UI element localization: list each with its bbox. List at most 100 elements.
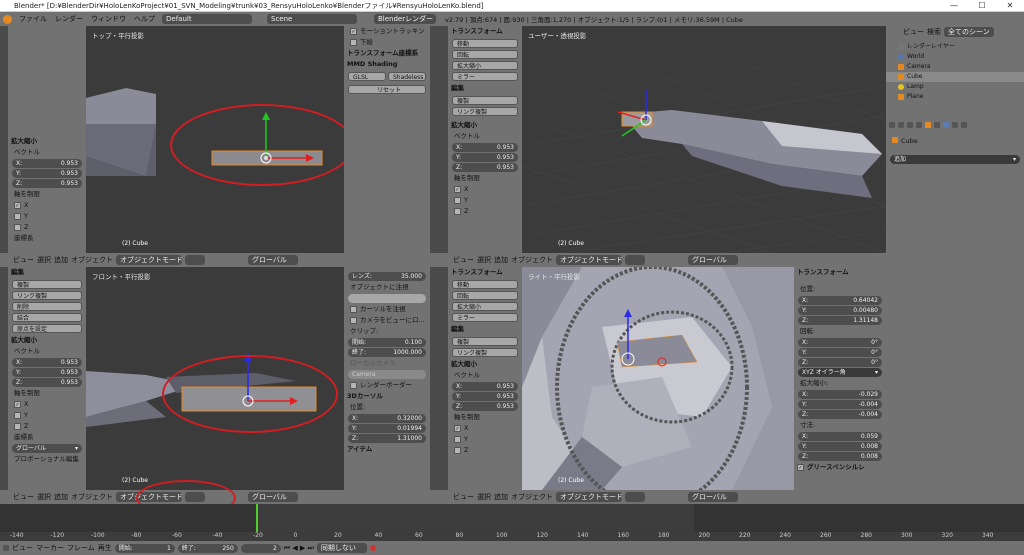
menu-select[interactable]: 選択 [37,492,51,502]
clip-end-field[interactable]: 終了: 1000.000 [348,348,426,357]
rotation-x-field[interactable]: X: 0° [798,338,882,347]
menu-object[interactable]: オブジェクト [511,255,553,265]
menu-object[interactable]: オブジェクト [71,255,113,265]
minimize-button[interactable]: — [940,0,968,12]
menu-select[interactable]: 選択 [477,492,491,502]
transform-orient-panel[interactable]: トランスフォーム座標系 [344,48,430,59]
transform-panel-header[interactable]: トランスフォーム [794,267,886,278]
edit-panel-header[interactable]: 編集 [448,83,522,94]
constraint-x-checkbox[interactable]: ✓ X [448,423,522,434]
delete-button[interactable]: 削除 [12,302,82,311]
mode-selector[interactable]: オブジェクトモード [556,255,623,265]
menu-add[interactable]: 追加 [54,255,68,265]
menu-select[interactable]: 選択 [477,255,491,265]
blender-logo-icon[interactable] [3,14,12,24]
shading-selector[interactable] [185,255,205,265]
link-duplicate-button[interactable]: リンク複製 [452,107,518,116]
shadeless-button[interactable]: Shadeless [388,72,426,81]
constraint-z-checkbox[interactable]: Z [448,206,522,217]
scale-y-field[interactable]: Y: 0.953 [452,153,518,162]
transform-panel-header[interactable]: トランスフォーム [448,267,522,278]
3d-cursor-panel-header[interactable]: 3Dカーソル [344,391,430,402]
start-frame-field[interactable]: 開始: 1 [114,543,175,553]
grease-pencil-panel-header[interactable]: ✓ グリースペンシルレ [794,462,886,473]
lock-cursor-checkbox[interactable]: カーソルを注視 [344,304,430,315]
viewport-front-ortho[interactable]: フロント・平行投影 (2) Cube [86,267,344,490]
join-button[interactable]: 結合 [12,313,82,322]
scroll-strip[interactable] [430,267,440,490]
constraint-z-checkbox[interactable]: Z [8,421,86,432]
menu-search[interactable]: 検索 [927,27,941,37]
close-button[interactable]: ✕ [996,0,1024,12]
duplicate-button[interactable]: 複製 [452,337,518,346]
menu-help[interactable]: ヘルプ [134,14,155,24]
scale-x-field[interactable]: X: -0.029 [798,390,882,399]
scale-x-field[interactable]: X: 0.953 [452,143,518,152]
edit-panel-header[interactable]: 編集 [8,267,86,278]
cursor-z-field[interactable]: Z: 1.31000 [348,434,426,443]
add-modifier-dropdown[interactable]: 追加 ▾ [890,155,1020,164]
cursor-x-field[interactable]: X: 0.32000 [348,414,426,423]
scale-y-field[interactable]: Y: 0.953 [12,169,82,178]
constraint-x-checkbox[interactable]: ✓ X [448,184,522,195]
maximize-button[interactable]: ☐ [968,0,996,12]
set-origin-button[interactable]: 原点を設定 [12,324,82,333]
scale-z-field[interactable]: Z: 0.953 [12,179,82,188]
orientation-selector[interactable]: グローバル [688,255,738,265]
rotate-button[interactable]: 回転 [452,50,518,59]
menu-frame[interactable]: フレーム [67,543,95,553]
menu-window[interactable]: ウィンドウ [91,14,126,24]
coord-system-selector[interactable]: グローバル ▾ [12,444,82,453]
clip-start-field[interactable]: 開始: 0.100 [348,338,426,347]
rotation-y-field[interactable]: Y: 0° [798,348,882,357]
tool-tabs-strip[interactable] [440,26,448,253]
reset-button[interactable]: リセット [348,85,426,94]
playback-controls[interactable]: ⏮ ◀ ▶ ⏭ [284,544,314,553]
dimension-x-field[interactable]: X: 0.059 [798,432,882,441]
lens-field[interactable]: レンズ: 35.000 [348,272,426,281]
end-frame-field[interactable]: 終了: 250 [177,543,238,553]
background-images-toggle[interactable]: 下絵 [344,37,430,48]
move-button[interactable]: 移動 [452,280,518,289]
shading-selector[interactable] [625,255,645,265]
orientation-selector[interactable]: グローバル [248,255,298,265]
menu-view[interactable]: ビュー [12,543,33,553]
constraint-y-checkbox[interactable]: Y [448,195,522,206]
local-camera-field[interactable]: Camera [348,370,426,379]
scale-z-field[interactable]: Z: -0.004 [798,410,882,419]
item-panel-header[interactable]: アイテム [344,444,430,455]
scale-panel-header[interactable]: 拡大縮小 [8,335,86,346]
scale-z-field[interactable]: Z: 0.953 [452,402,518,411]
edit-panel-header[interactable]: 編集 [448,324,522,335]
menu-playback[interactable]: 再生 [98,543,112,553]
scene-selector[interactable]: Scene [267,14,357,24]
motion-tracking-toggle[interactable]: ✓ モーショントラッキン [344,26,430,37]
location-x-field[interactable]: X: 0.64042 [798,296,882,305]
duplicate-button[interactable]: 複製 [452,96,518,105]
scale-x-field[interactable]: X: 0.953 [452,382,518,391]
scale-y-field[interactable]: Y: -0.004 [798,400,882,409]
outliner-item-world[interactable]: World [886,52,1024,62]
menu-view[interactable]: ビュー [453,492,474,502]
shading-selector[interactable] [625,492,645,502]
scale-panel-header[interactable]: 拡大縮小 [448,359,522,370]
viewport-user-persp[interactable]: ユーザー・透視投影 (2) Cube [522,26,886,253]
record-icon[interactable] [369,545,376,551]
orientation-selector[interactable]: グローバル [248,492,298,502]
constraint-z-checkbox[interactable]: Z [8,222,86,233]
mirror-button[interactable]: ミラー [452,313,518,322]
glsl-button[interactable]: GLSL [348,72,386,81]
link-duplicate-button[interactable]: リンク複製 [12,291,82,300]
constraint-x-checkbox[interactable]: ✓ X [8,399,86,410]
constraint-y-checkbox[interactable]: Y [448,434,522,445]
scale-x-field[interactable]: X: 0.953 [12,358,82,367]
menu-view[interactable]: ビュー [13,492,34,502]
current-frame-field[interactable]: 2 [240,543,281,553]
viewport-right-ortho[interactable]: ライト・平行投影 (2) Cube [522,267,794,490]
outliner-item-cube[interactable]: Cube [886,72,1024,82]
menu-view[interactable]: ビュー [453,255,474,265]
mode-selector[interactable]: オブジェクトモード [116,255,183,265]
scale-button[interactable]: 拡大縮小 [452,302,518,311]
timeline-area[interactable]: -140 -120 -100 -80 -60 -40 -20 0 20 40 60 80 100 120 1… [0,504,1024,541]
render-engine-selector[interactable]: Blenderレンダー [374,14,436,24]
